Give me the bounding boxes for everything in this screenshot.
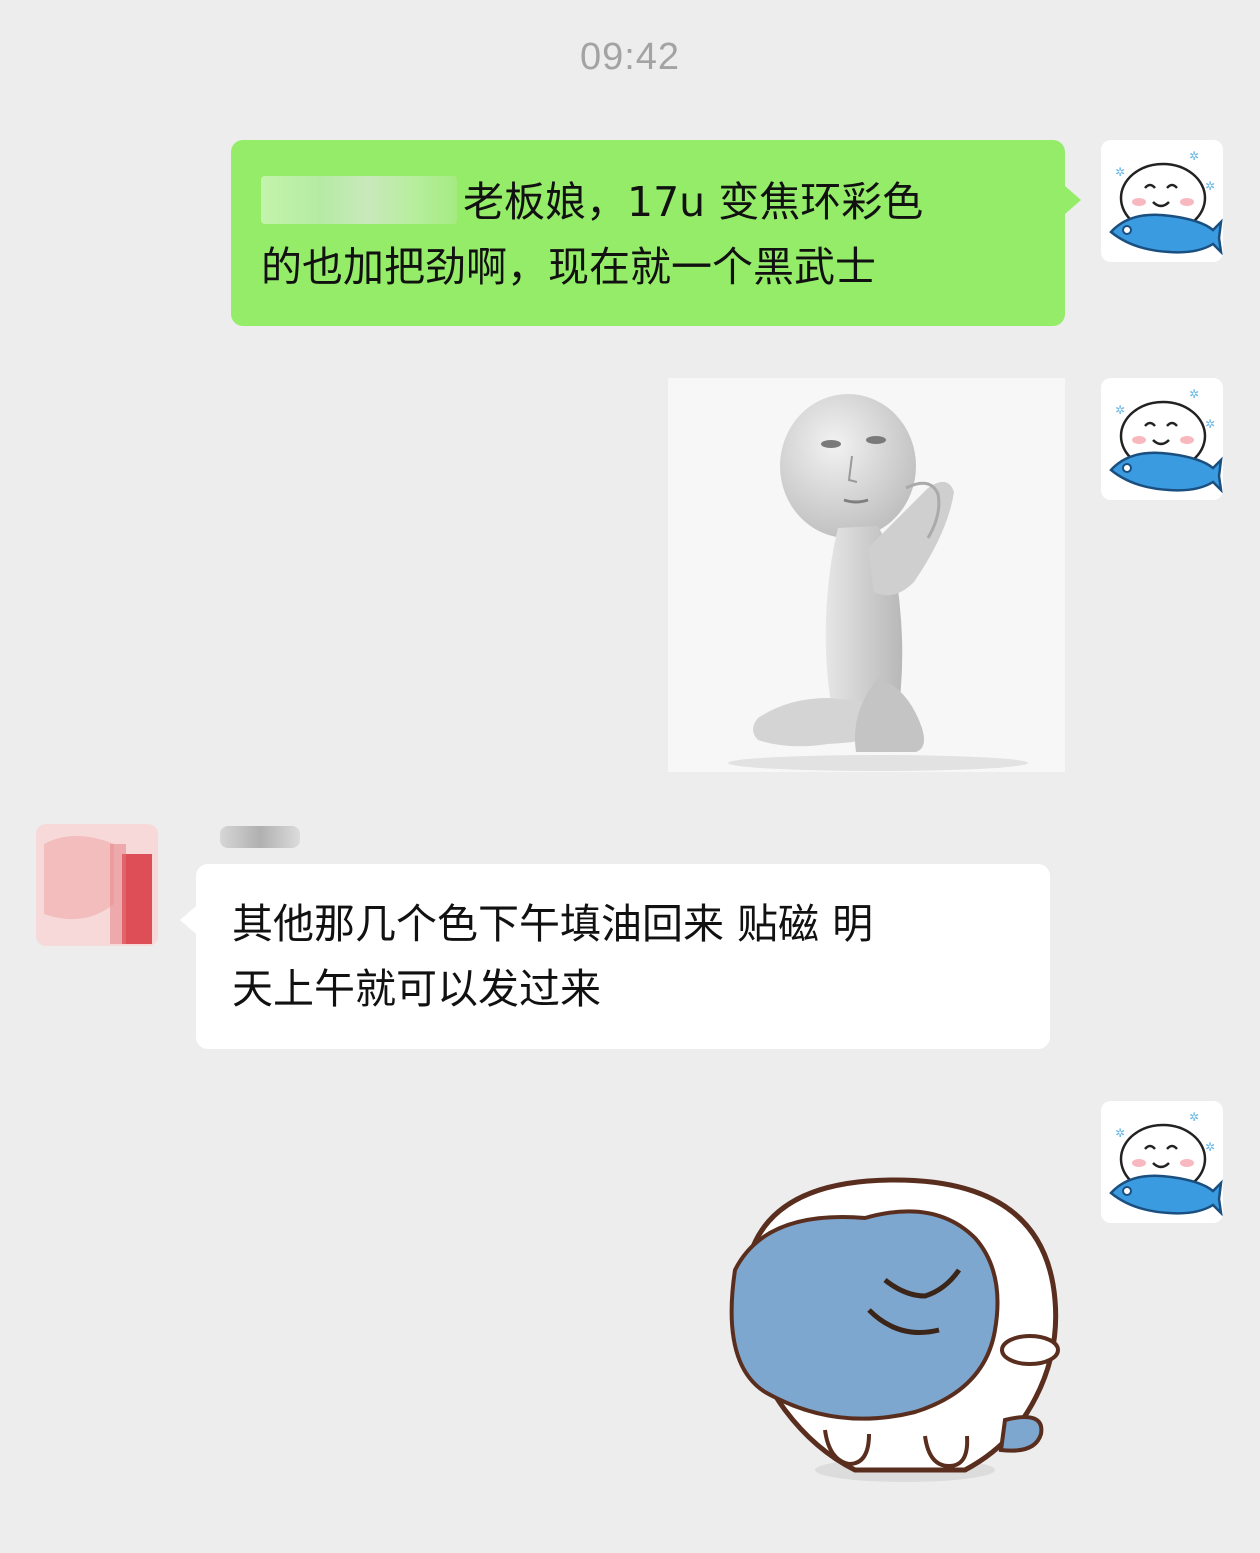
shy-blob-sticker[interactable] (705, 1160, 1075, 1490)
my-avatar[interactable]: ✲ ✲ ✲ (1101, 140, 1223, 262)
kneeling-figure-sticker[interactable] (668, 378, 1065, 772)
svg-text:✲: ✲ (1189, 149, 1199, 163)
svg-text:✲: ✲ (1189, 387, 1199, 401)
message-text: 的也加把劲啊，现在就一个黑武士 (261, 243, 876, 291)
my-avatar[interactable]: ✲ ✲ ✲ (1101, 378, 1223, 500)
message-text: 其他那几个色下午填油回来 贴磁 明 (232, 900, 874, 948)
bubble-tail (180, 906, 196, 934)
svg-text:✲: ✲ (1115, 1126, 1125, 1140)
svg-text:✲: ✲ (1115, 403, 1125, 417)
smiling-bun-on-fish-icon: ✲ ✲ ✲ (1101, 140, 1223, 262)
message-text: 天上午就可以发过来 (232, 965, 601, 1013)
svg-text:✲: ✲ (1205, 179, 1215, 193)
contact-avatar[interactable] (36, 824, 158, 946)
redacted-mention (261, 176, 457, 224)
my-message-bubble[interactable]: 老板娘，17u 变焦环彩色 的也加把劲啊，现在就一个黑武士 (231, 140, 1065, 326)
my-avatar[interactable]: ✲ ✲ ✲ (1101, 1101, 1223, 1223)
contact-name-redacted (220, 826, 300, 848)
svg-text:✲: ✲ (1189, 1110, 1199, 1124)
message-text: 老板娘，17u 变焦环彩色 (463, 178, 924, 226)
contact-message-bubble[interactable]: 其他那几个色下午填油回来 贴磁 明 天上午就可以发过来 (196, 864, 1050, 1049)
blurred-red-avatar (36, 824, 158, 946)
smiling-bun-on-fish-icon: ✲ ✲ ✲ (1101, 1101, 1223, 1223)
svg-text:✲: ✲ (1115, 165, 1125, 179)
message-line: 老板娘，17u 变焦环彩色 (261, 172, 1025, 233)
svg-text:✲: ✲ (1205, 1140, 1215, 1154)
message-timestamp: 09:42 (579, 36, 681, 78)
smiling-bun-on-fish-icon: ✲ ✲ ✲ (1101, 378, 1223, 500)
kneeling-praying-figure-icon (668, 378, 1065, 772)
bubble-tail (1065, 186, 1081, 214)
svg-text:✲: ✲ (1205, 417, 1215, 431)
shy-blue-blob-character-icon (729, 1177, 1060, 1482)
